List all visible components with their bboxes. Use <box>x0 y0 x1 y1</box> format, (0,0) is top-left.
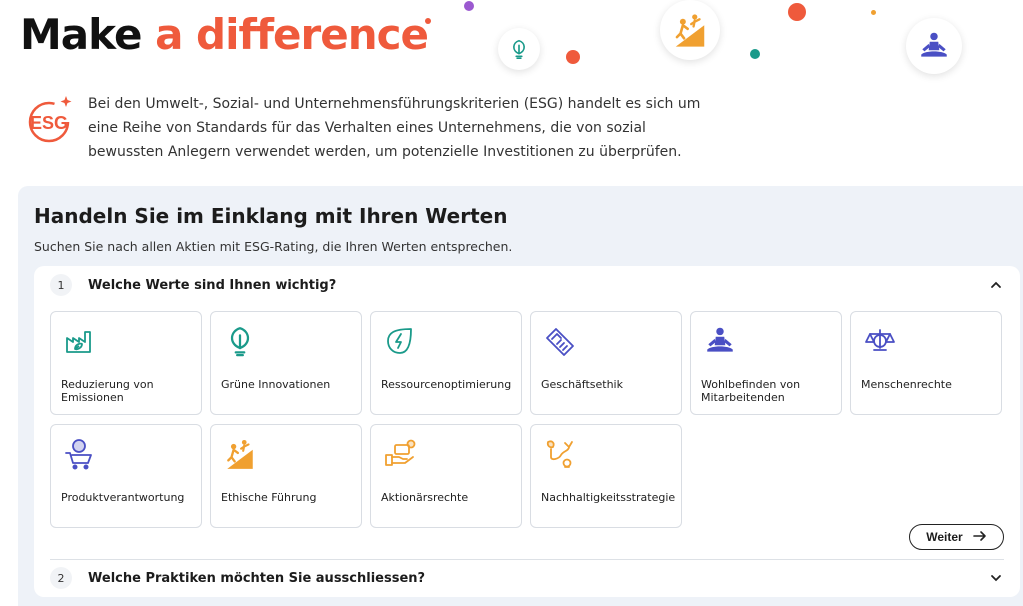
meditation-icon <box>921 32 947 57</box>
value-tile-aktionaersrechte[interactable]: Aktionärsrechte <box>370 424 522 528</box>
steps-card: 1 Welche Werte sind Ihnen wichtig? Reduz… <box>34 266 1020 597</box>
climbing-icon <box>675 14 705 47</box>
meditation-bubble <box>906 18 962 74</box>
intro-section: ESG Bei den Umwelt-, Sozial- und Unterne… <box>22 92 708 164</box>
globe-cart-icon <box>65 439 92 470</box>
value-tile-label: Ethische Führung <box>221 491 317 504</box>
chevron-up-icon[interactable] <box>988 277 1004 293</box>
value-tile-geschaeftsethik[interactable]: Geschäftsethik <box>530 311 682 415</box>
hero-title-difference: a difference <box>155 10 429 59</box>
leaf-bulb-bubble <box>498 28 540 70</box>
svg-text:ESG: ESG <box>30 113 68 133</box>
energy-leaf-icon <box>387 328 412 354</box>
decor-dot <box>566 50 580 64</box>
hero-title-make: Make <box>20 10 142 59</box>
next-button[interactable]: Weiter <box>909 524 1004 550</box>
hand-money-icon <box>385 439 416 466</box>
value-tile-menschenrechte[interactable]: Menschenrechte <box>850 311 1002 415</box>
values-panel: Handeln Sie im Einklang mit Ihren Werten… <box>18 186 1023 606</box>
decor-dot <box>750 49 760 59</box>
hero-title: Make a difference <box>20 10 429 59</box>
step2-label: Welche Praktiken möchten Sie ausschliess… <box>88 570 426 586</box>
decor-dot <box>425 18 431 24</box>
panel-subtitle: Suchen Sie nach allen Aktien mit ESG-Rat… <box>34 239 513 254</box>
chevron-down-icon[interactable] <box>988 570 1004 586</box>
value-tile-label: Reduzierung von Emissionen <box>61 378 154 404</box>
value-tile-ethische-fuehrung[interactable]: Ethische Führung <box>210 424 362 528</box>
step1-number: 1 <box>50 274 72 296</box>
arrow-right-icon <box>972 530 987 545</box>
value-tile-reduzierung-von-emissionen[interactable]: Reduzierung von Emissionen <box>50 311 202 415</box>
value-tile-label: Produktverantwortung <box>61 491 185 504</box>
value-tile-label: Geschäftsethik <box>541 378 623 391</box>
value-tile-label: Grüne Innovationen <box>221 378 331 391</box>
step2-number: 2 <box>50 567 72 589</box>
step2-header[interactable]: 2 Welche Praktiken möchten Sie ausschlie… <box>50 565 1004 591</box>
value-tile-label: Nachhaltigkeitsstrategie <box>541 491 676 504</box>
decor-dot <box>464 1 474 11</box>
scales-icon <box>865 329 895 351</box>
value-tile-label: Aktionärsrechte <box>381 491 469 504</box>
strategy-path-icon <box>546 440 573 468</box>
value-tile-label: Ressourcenoptimierung <box>381 378 512 391</box>
meditation-icon <box>707 327 733 352</box>
leaf-bulb-icon <box>513 39 525 59</box>
handshake-icon <box>546 328 574 356</box>
panel-title: Handeln Sie im Einklang mit Ihren Werten <box>34 204 508 228</box>
step1-label: Welche Werte sind Ihnen wichtig? <box>88 277 337 293</box>
next-button-label: Weiter <box>926 530 963 544</box>
decor-dot <box>788 3 806 21</box>
value-tile-produktverantwortung[interactable]: Produktverantwortung <box>50 424 202 528</box>
intro-text: Bei den Umwelt-, Sozial- und Unternehmen… <box>88 96 701 160</box>
value-tile-wohlbefinden[interactable]: Wohlbefinden von Mitarbeitenden <box>690 311 842 415</box>
value-tile-nachhaltigkeitsstrategie[interactable]: Nachhaltigkeitsstrategie <box>530 424 682 528</box>
esg-logo-icon: ESG <box>28 96 72 143</box>
decor-dot <box>871 10 876 15</box>
value-tile-label: Wohlbefinden von Mitarbeitenden <box>701 378 801 404</box>
leaf-bulb-icon <box>230 327 250 357</box>
value-tile-ressourcenoptimierung[interactable]: Ressourcenoptimierung <box>370 311 522 415</box>
step-divider <box>50 559 1004 560</box>
factory-leaf-icon <box>66 331 91 353</box>
climbing-icon <box>227 439 253 469</box>
climbing-bubble <box>660 0 720 60</box>
step1-header[interactable]: 1 Welche Werte sind Ihnen wichtig? <box>50 272 1004 298</box>
value-tile-gruene-innovationen[interactable]: Grüne Innovationen <box>210 311 362 415</box>
value-tile-label: Menschenrechte <box>861 378 952 391</box>
